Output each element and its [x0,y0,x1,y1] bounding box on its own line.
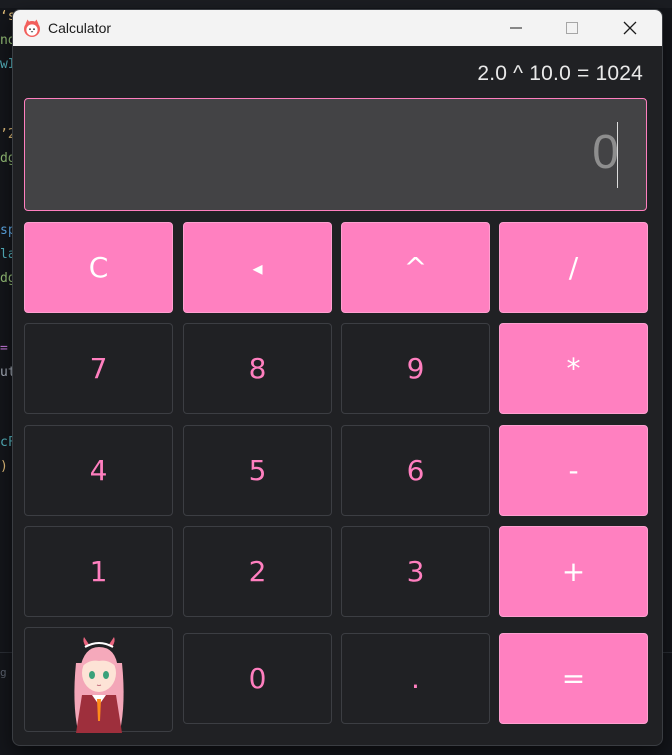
digit-3-button[interactable]: 3 [341,526,490,617]
anime-mascot-image [73,636,124,733]
maximize-icon [566,22,578,34]
display-field[interactable]: 0 [24,98,647,211]
decimal-point-button[interactable]: . [341,633,490,724]
background-editor-topbar [0,0,672,8]
display-value: 0 [592,126,619,179]
digit-6-button[interactable]: 6 [341,425,490,516]
subtract-button[interactable]: - [499,425,648,516]
window-title: Calculator [48,20,112,36]
minimize-button[interactable] [487,10,545,46]
equals-button[interactable]: = [499,633,648,724]
history-label: 2.0 ^ 10.0 = 1024 [477,62,643,85]
maximize-button[interactable] [543,10,601,46]
digit-4-button[interactable]: 4 [24,425,173,516]
digit-8-button[interactable]: 8 [183,323,332,414]
digit-2-button[interactable]: 2 [183,526,332,617]
backspace-button[interactable]: ◂ [183,222,332,313]
digit-7-button[interactable]: 7 [24,323,173,414]
cat-app-icon [24,19,40,37]
close-button[interactable] [601,10,659,46]
calculator-window: Calculator 2.0 ^ 10.0 = 1024 0 C ◂ ^ / 7… [12,9,663,746]
close-icon [623,21,637,35]
multiply-button[interactable]: * [499,323,648,414]
mascot-button[interactable] [24,627,173,733]
digit-0-button[interactable]: 0 [183,633,332,724]
digit-1-button[interactable]: 1 [24,526,173,617]
divide-button[interactable]: / [499,222,648,313]
minimize-icon [510,27,522,29]
clear-button[interactable]: C [24,222,173,313]
digit-5-button[interactable]: 5 [183,425,332,516]
power-button[interactable]: ^ [341,222,490,313]
title-bar[interactable]: Calculator [13,10,662,46]
digit-9-button[interactable]: 9 [341,323,490,414]
add-button[interactable]: + [499,526,648,617]
text-caret [617,122,618,188]
